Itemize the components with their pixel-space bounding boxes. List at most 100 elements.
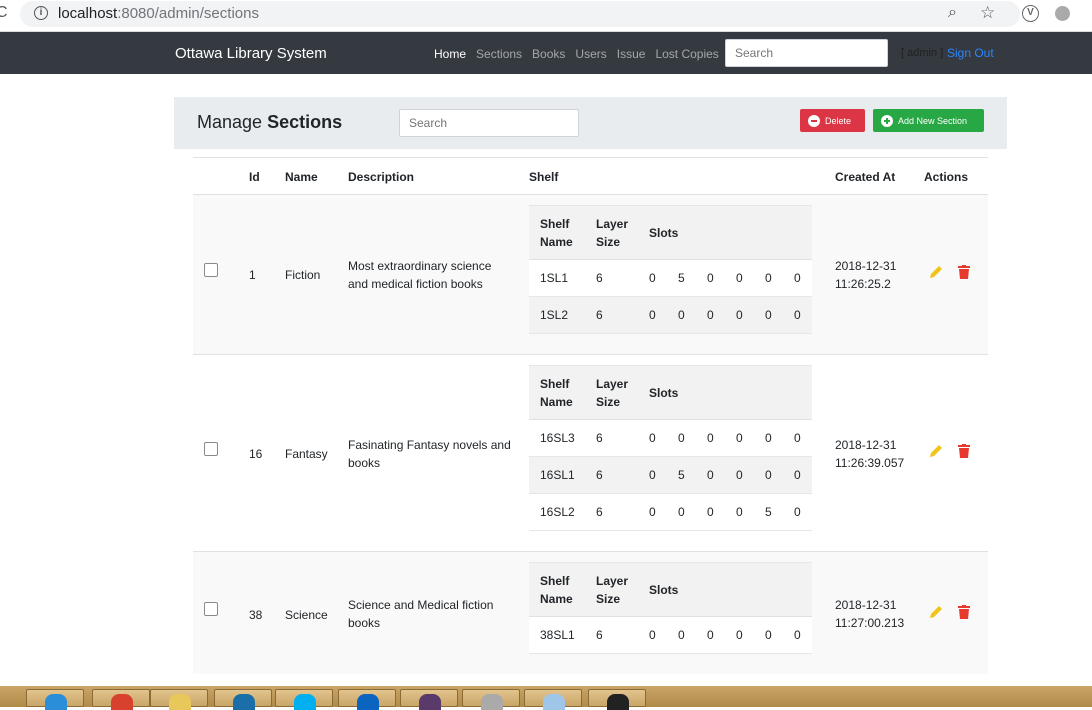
cmd-taskbar-button[interactable] <box>588 689 646 710</box>
cmd-icon <box>607 694 629 710</box>
row-id: 1 <box>249 268 256 282</box>
app-taskbar-button[interactable] <box>214 689 272 710</box>
slot-value: 0 <box>707 468 714 482</box>
slot-value: 0 <box>736 308 743 322</box>
reload-icon[interactable]: C <box>0 4 8 22</box>
ie-icon <box>45 694 67 710</box>
row-checkbox[interactable] <box>204 442 218 456</box>
navbar: Ottawa Library System Home Sections Books U… <box>0 32 1092 74</box>
created-date: 2018-12-31 <box>835 259 897 273</box>
slot-value: 0 <box>794 628 801 642</box>
edit-pencil-icon[interactable] <box>929 605 943 619</box>
trash-icon[interactable] <box>958 605 970 619</box>
trash-icon[interactable] <box>958 444 970 458</box>
shelf-name: 38SL1 <box>540 628 575 642</box>
slot-value: 0 <box>707 308 714 322</box>
shelf-table: Shelf Name Layer Size Slots 16SL3 6 0 0 … <box>529 365 812 531</box>
title-prefix: Manage <box>197 112 263 132</box>
nav-link-books[interactable]: Books <box>532 47 565 61</box>
nav-search-input[interactable] <box>725 39 888 67</box>
shelf-name: 16SL2 <box>540 505 575 519</box>
trash-icon[interactable] <box>958 265 970 279</box>
slot-value: 0 <box>678 431 685 445</box>
ie-taskbar-button[interactable] <box>26 689 84 710</box>
header-shelf: Shelf <box>529 170 559 184</box>
nav-link-home[interactable]: Home <box>434 47 466 61</box>
slot-value: 0 <box>649 505 656 519</box>
nav-link-sections[interactable]: Sections <box>476 47 522 61</box>
slot-value: 0 <box>736 505 743 519</box>
eclipse-icon <box>419 694 441 710</box>
slot-value: 0 <box>707 505 714 519</box>
slot-value: 5 <box>678 271 685 285</box>
bookmark-star-icon[interactable]: ☆ <box>980 3 995 23</box>
shelf-layer: 6 <box>596 628 603 642</box>
row-checkbox[interactable] <box>204 263 218 277</box>
sign-out-link[interactable]: Sign Out <box>947 46 994 60</box>
shelf-name-header: Shelf Name <box>540 574 573 606</box>
slot-value: 0 <box>794 431 801 445</box>
nav-link-users[interactable]: Users <box>575 47 606 61</box>
edit-pencil-icon[interactable] <box>929 444 943 458</box>
row-name: Fantasy <box>285 447 328 461</box>
minus-circle-icon <box>808 114 820 127</box>
extension-circle-icon[interactable] <box>1055 6 1070 21</box>
nav-link-issue[interactable]: Issue <box>617 47 646 61</box>
created-date: 2018-12-31 <box>835 438 897 452</box>
slot-value: 0 <box>765 628 772 642</box>
shelf-name: 16SL3 <box>540 431 575 445</box>
notepad-icon <box>543 694 565 710</box>
row-id: 16 <box>249 447 263 461</box>
shelf-table-header: Shelf Name Layer Size Slots <box>529 205 812 260</box>
layer-size-header: Layer Size <box>596 217 629 249</box>
slot-value: 0 <box>794 308 801 322</box>
shelf-name: 1SL2 <box>540 308 569 322</box>
chrome-taskbar-button[interactable] <box>92 689 150 710</box>
title-bold: Sections <box>267 112 343 132</box>
shelf-table: Shelf Name Layer Size Slots 1SL1 6 0 5 0… <box>529 205 812 334</box>
extension-v-icon[interactable]: V <box>1022 5 1039 22</box>
brand-title[interactable]: Ottawa Library System <box>175 45 327 62</box>
slot-value: 0 <box>707 628 714 642</box>
row-checkbox[interactable] <box>204 602 218 616</box>
slot-value: 0 <box>649 271 656 285</box>
info-icon[interactable]: i <box>34 6 48 20</box>
slot-value: 0 <box>765 468 772 482</box>
explorer-taskbar-button[interactable] <box>150 689 208 710</box>
zoom-icon[interactable]: ⌕ <box>948 4 957 22</box>
javaee-taskbar-button[interactable] <box>400 689 458 710</box>
notepad-taskbar-button[interactable] <box>524 689 582 710</box>
edit-pencil-icon[interactable] <box>929 265 943 279</box>
shelf-table-header: Shelf Name Layer Size Slots <box>529 365 812 420</box>
outlook-icon <box>357 694 379 710</box>
slots-header: Slots <box>649 386 679 400</box>
plus-circle-icon <box>881 114 893 127</box>
slot-value: 0 <box>765 308 772 322</box>
slot-value: 0 <box>649 431 656 445</box>
slot-value: 0 <box>794 505 801 519</box>
shelf-name: 1SL1 <box>540 271 569 285</box>
shelf-name-header: Shelf Name <box>540 217 573 249</box>
outlook-taskbar-button[interactable] <box>338 689 396 710</box>
table-row: 38 Science Science and Medical fiction b… <box>193 552 988 674</box>
row-name: Fiction <box>285 268 321 282</box>
skype-taskbar-button[interactable] <box>275 689 333 710</box>
shelf-name-header: Shelf Name <box>540 377 573 409</box>
skype-icon <box>294 694 316 710</box>
nav-link-lost-copies[interactable]: Lost Copies <box>655 47 718 61</box>
shelf-layer: 6 <box>596 431 603 445</box>
slots-header: Slots <box>649 583 679 597</box>
shelf-name: 16SL1 <box>540 468 575 482</box>
slot-value: 5 <box>678 468 685 482</box>
delete-button[interactable]: Delete <box>800 109 865 132</box>
shelf-layer: 6 <box>596 505 603 519</box>
os-taskbar <box>0 686 1092 710</box>
url-text[interactable]: localhost:8080/admin/sections <box>58 5 259 22</box>
slot-value: 0 <box>707 271 714 285</box>
slot-value: 0 <box>736 431 743 445</box>
database-taskbar-button[interactable] <box>462 689 520 710</box>
add-new-section-button[interactable]: Add New Section <box>873 109 984 132</box>
shelf-layer: 6 <box>596 271 603 285</box>
section-search-input[interactable] <box>399 109 579 137</box>
delete-label: Delete <box>825 115 852 126</box>
